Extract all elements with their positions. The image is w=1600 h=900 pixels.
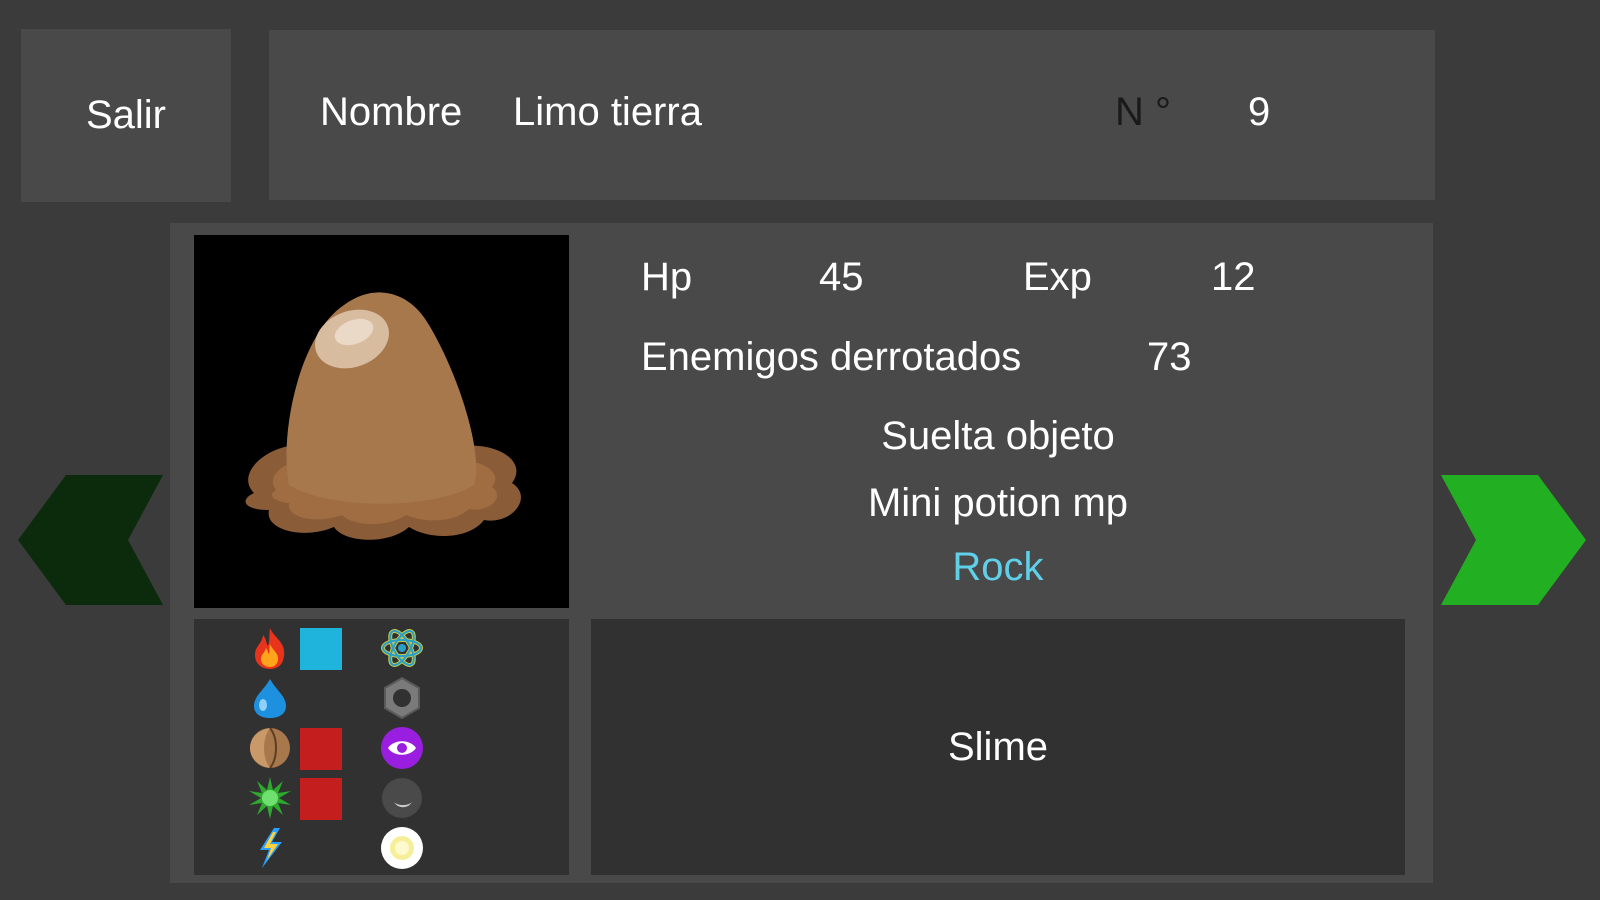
hex-nut-icon [380, 676, 424, 720]
eye-icon [380, 726, 424, 770]
hp-value: 45 [819, 255, 864, 299]
nature-icon [248, 776, 292, 820]
water-drop-icon [248, 676, 292, 720]
red-swatch [300, 778, 342, 820]
drop-label: Suelta objeto [881, 414, 1115, 458]
earth-icon [248, 726, 292, 770]
name-label: Nombre [320, 90, 463, 134]
chevron-left-icon [18, 475, 163, 605]
moon-icon [380, 776, 424, 820]
red-swatch [300, 728, 342, 770]
chevron-right-icon [1441, 475, 1586, 605]
monster-name: Limo tierra [513, 90, 702, 134]
number-label: N ° [1115, 90, 1171, 134]
fire-icon [248, 626, 292, 670]
elements-panel [194, 619, 569, 875]
exp-label: Exp [1023, 255, 1092, 299]
drop-item: Mini potion mp [867, 481, 1129, 525]
monster-type: Rock [952, 545, 1044, 589]
defeated-label: Enemigos derrotados [641, 335, 1022, 379]
number-value: 9 [1248, 90, 1271, 134]
next-button[interactable] [1441, 475, 1586, 605]
exp-value: 12 [1211, 255, 1256, 299]
atom-icon [380, 626, 424, 670]
description-panel: Slime [591, 619, 1405, 875]
hp-label: Hp [641, 255, 693, 299]
earth-slime-image [245, 292, 521, 540]
description-text: Slime [947, 724, 1049, 769]
defeated-value: 73 [1147, 335, 1192, 379]
blue-swatch [300, 628, 342, 670]
lightning-icon [248, 826, 292, 870]
monster-portrait [194, 235, 569, 608]
sun-icon [380, 826, 424, 870]
exit-button[interactable]: Salir [21, 29, 231, 202]
previous-button[interactable] [18, 475, 163, 605]
